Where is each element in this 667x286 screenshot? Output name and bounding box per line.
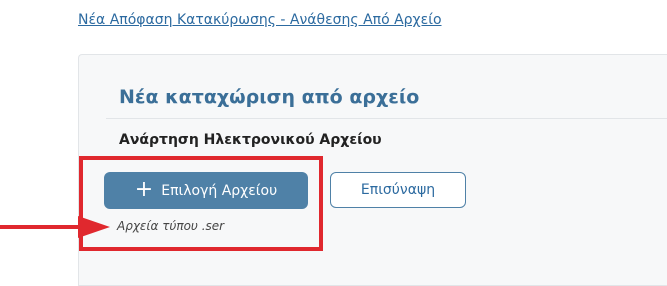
highlight-box — [79, 156, 323, 251]
divider — [106, 118, 667, 119]
section-label: Ανάρτηση Ηλεκτρονικού Αρχείου — [119, 132, 382, 148]
attach-button[interactable]: Επισύναψη — [330, 172, 466, 208]
panel-title: Νέα καταχώριση από αρχείο — [119, 86, 420, 108]
arrow-right-icon — [0, 216, 110, 238]
new-award-decision-link[interactable]: Νέα Απόφαση Κατακύρωσης - Ανάθεσης Από Α… — [78, 12, 442, 28]
